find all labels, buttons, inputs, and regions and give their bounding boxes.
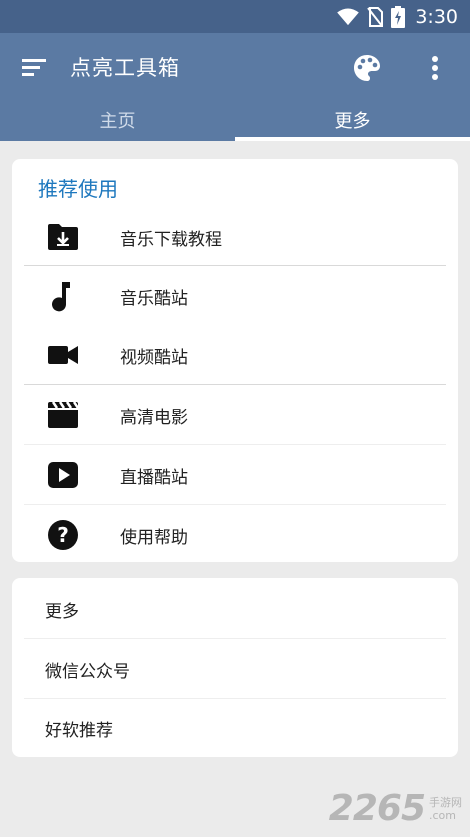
list-item-label: 音乐酷站 [120, 288, 188, 309]
watermark-text: 手游网 .com [429, 796, 462, 822]
list-item-label: 直播酷站 [120, 467, 188, 488]
battery-charging-icon [391, 5, 406, 28]
no-sim-icon [367, 6, 384, 27]
list-item-music-site[interactable]: 音乐酷站 [24, 266, 446, 326]
list-item-label: 微信公众号 [45, 661, 130, 682]
list-item-wechat[interactable]: 微信公众号 [24, 639, 446, 699]
list-item-help[interactable]: ? 使用帮助 [24, 505, 446, 565]
help-icon: ? [46, 518, 80, 552]
list-item-label: 视频酷站 [120, 347, 188, 368]
play-icon [46, 458, 80, 492]
tab-home[interactable]: 主页 [0, 103, 235, 141]
tab-bar: 主页 更多 [0, 103, 470, 141]
list-item-more[interactable]: 更多 [24, 579, 446, 639]
more-card: 更多 微信公众号 好软推荐 [12, 578, 458, 757]
list-item-label: 好软推荐 [45, 720, 113, 741]
watermark-suffix: 手游网 [429, 795, 462, 809]
menu-icon[interactable] [20, 55, 48, 81]
list-item-label: 高清电影 [120, 407, 188, 428]
watermark-domain: .com [429, 808, 456, 822]
list-item-music-download-tutorial[interactable]: 音乐下载教程 [24, 207, 446, 267]
card-header: 推荐使用 [38, 177, 118, 201]
list-item-hd-movies[interactable]: 高清电影 [24, 385, 446, 445]
list-item-live-site[interactable]: 直播酷站 [24, 445, 446, 505]
palette-icon[interactable] [352, 53, 382, 83]
list-item-recommended-apps[interactable]: 好软推荐 [24, 698, 446, 758]
list-item-label: 使用帮助 [120, 527, 188, 548]
wifi-icon [337, 7, 360, 26]
watermark-number: 2265 [328, 788, 426, 829]
app-title: 点亮工具箱 [70, 56, 180, 80]
watermark-logo: 2265 手游网 .com [329, 788, 462, 829]
videocam-icon [46, 338, 80, 372]
list-item-label: 音乐下载教程 [120, 229, 222, 250]
tab-more[interactable]: 更多 [235, 103, 470, 141]
recommend-card: 推荐使用 音乐下载教程 音乐酷站 视频酷站 高清电影 直播酷站 ? 使用帮助 [12, 159, 458, 562]
music-note-icon [46, 279, 80, 313]
download-folder-icon [46, 220, 80, 254]
app-bar: 点亮工具箱 [0, 33, 470, 103]
status-bar: 3:30 [0, 0, 470, 33]
svg-text:?: ? [57, 523, 69, 547]
list-item-video-site[interactable]: 视频酷站 [24, 325, 446, 385]
more-vert-icon[interactable] [423, 53, 447, 83]
status-time: 3:30 [415, 5, 458, 28]
movie-clapper-icon [46, 398, 80, 432]
list-item-label: 更多 [45, 601, 79, 622]
